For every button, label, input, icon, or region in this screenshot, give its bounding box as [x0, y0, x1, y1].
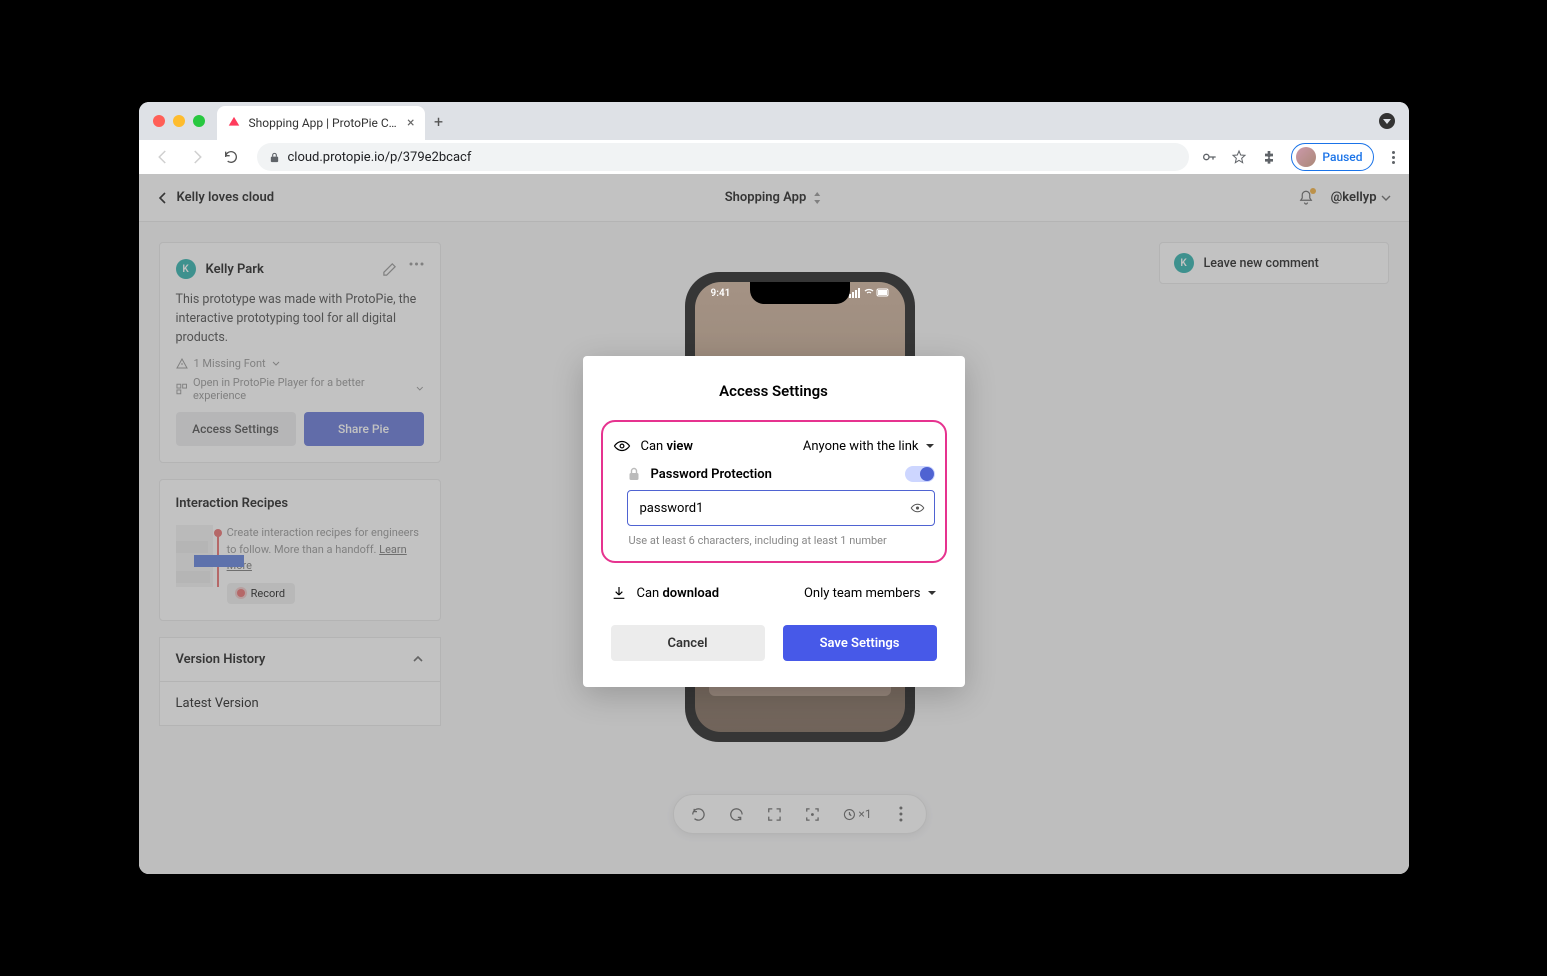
save-settings-button[interactable]: Save Settings — [783, 625, 937, 661]
lock-icon — [269, 152, 280, 163]
extensions-icon[interactable] — [1261, 149, 1277, 165]
browser-tab[interactable]: Shopping App | ProtoPie Cloud × — [217, 106, 425, 140]
phone-time: 9:41 — [711, 288, 731, 299]
password-protection-label: Password Protection — [627, 467, 772, 482]
tab-title: Shopping App | ProtoPie Cloud — [249, 116, 400, 130]
minimize-window-icon[interactable] — [173, 115, 185, 127]
paused-label: Paused — [1322, 150, 1362, 164]
modal-title: Access Settings — [611, 382, 937, 400]
browser-window: Shopping App | ProtoPie Cloud × + cloud.… — [139, 102, 1409, 874]
reload-icon — [223, 149, 239, 165]
address-bar: cloud.protopie.io/p/379e2bcacf Paused — [139, 140, 1409, 174]
highlight-annotation: Can view Anyone with the link Password P… — [601, 420, 947, 563]
window-controls[interactable] — [153, 115, 205, 127]
browser-menu-button[interactable] — [1388, 151, 1399, 164]
profile-pill[interactable]: Paused — [1291, 143, 1373, 171]
close-tab-icon[interactable]: × — [407, 115, 414, 131]
download-permission-row: Can download Only team members — [611, 579, 937, 607]
show-password-icon[interactable] — [910, 501, 925, 516]
tab-overflow-icon[interactable] — [1379, 113, 1395, 129]
back-button[interactable] — [149, 143, 177, 171]
signal-wifi-battery-icon — [849, 288, 889, 298]
download-permission-value: Only team members — [804, 586, 921, 601]
password-input[interactable] — [627, 490, 935, 526]
forward-button[interactable] — [183, 143, 211, 171]
eye-icon — [613, 437, 631, 455]
browser-toolbar-icons: Paused — [1201, 143, 1398, 171]
maximize-window-icon[interactable] — [193, 115, 205, 127]
url-field[interactable]: cloud.protopie.io/p/379e2bcacf — [257, 143, 1190, 171]
star-icon[interactable] — [1231, 149, 1247, 165]
view-permission-row: Can view Anyone with the link — [613, 432, 935, 460]
password-toggle[interactable] — [905, 466, 935, 482]
browser-chrome: Shopping App | ProtoPie Cloud × + cloud.… — [139, 102, 1409, 174]
reload-button[interactable] — [217, 143, 245, 171]
cancel-button[interactable]: Cancel — [611, 625, 765, 661]
lock-icon — [627, 467, 641, 481]
arrow-right-icon — [188, 148, 206, 166]
caret-down-icon — [925, 441, 935, 451]
app-content: Kelly loves cloud Shopping App @kellyp — [139, 174, 1409, 874]
avatar-icon — [1296, 147, 1316, 167]
download-icon — [611, 585, 627, 601]
tab-bar: Shopping App | ProtoPie Cloud × + — [139, 102, 1409, 140]
view-permission-dropdown[interactable]: Anyone with the link — [803, 439, 935, 454]
download-permission-dropdown[interactable]: Only team members — [804, 586, 937, 601]
new-tab-button[interactable]: + — [425, 107, 453, 135]
access-settings-modal: Access Settings Can view Anyone with the… — [583, 356, 965, 687]
protopie-favicon-icon — [227, 116, 241, 130]
phone-status-icons — [849, 288, 889, 299]
url-text: cloud.protopie.io/p/379e2bcacf — [288, 150, 472, 165]
caret-down-icon — [927, 588, 937, 598]
notch-icon — [750, 282, 850, 304]
password-hint: Use at least 6 characters, including at … — [627, 534, 935, 547]
view-permission-value: Anyone with the link — [803, 439, 919, 454]
close-window-icon[interactable] — [153, 115, 165, 127]
arrow-left-icon — [154, 148, 172, 166]
key-icon[interactable] — [1201, 149, 1217, 165]
